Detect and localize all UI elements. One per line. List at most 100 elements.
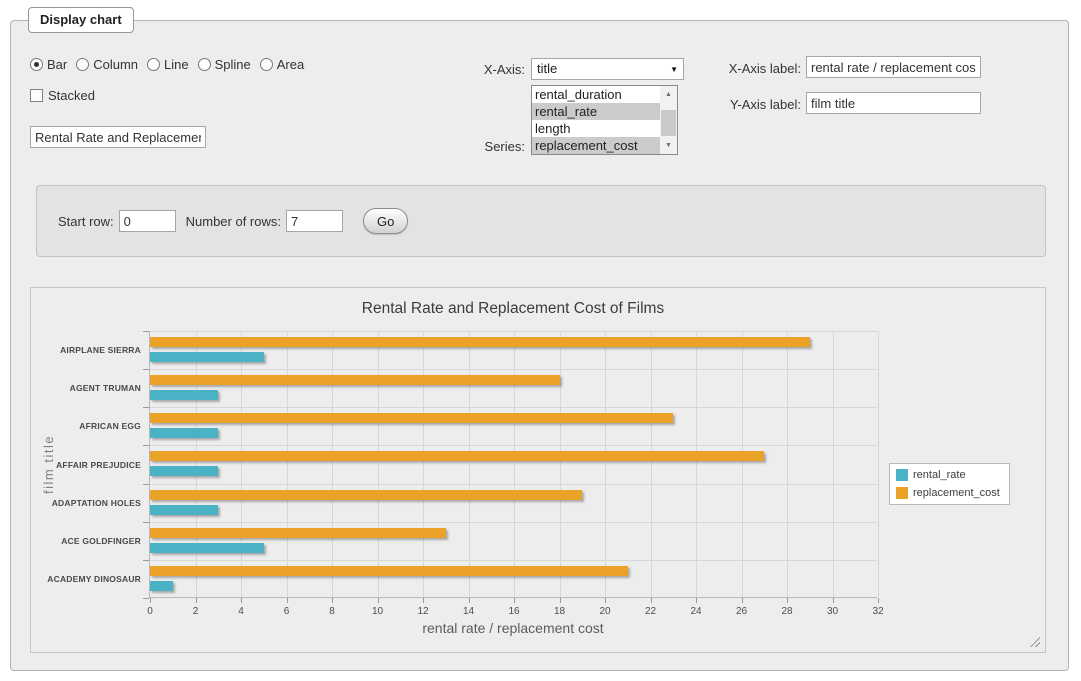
x-tick-mark bbox=[287, 598, 288, 603]
legend-item-replacement_cost[interactable]: replacement_cost bbox=[896, 487, 1000, 499]
radio-button-icon[interactable] bbox=[260, 58, 273, 71]
y-tick-mark bbox=[143, 598, 149, 599]
series-options: rental_durationrental_ratelengthreplacem… bbox=[532, 86, 677, 154]
y-gridline bbox=[150, 445, 877, 446]
radio-button-icon[interactable] bbox=[198, 58, 211, 71]
radio-button-icon[interactable] bbox=[30, 58, 43, 71]
bar-replacement_cost-airplane-sierra bbox=[150, 337, 810, 347]
x-tick-label: 16 bbox=[499, 606, 529, 617]
series-listbox[interactable]: rental_durationrental_ratelengthreplacem… bbox=[531, 85, 678, 155]
legend-swatch-icon bbox=[896, 469, 908, 481]
num-rows-input[interactable] bbox=[286, 210, 343, 232]
x-gridline bbox=[423, 331, 424, 597]
y-gridline bbox=[150, 369, 877, 370]
stacked-label: Stacked bbox=[48, 88, 95, 103]
x-gridline bbox=[878, 331, 879, 597]
x-tick-label: 20 bbox=[590, 606, 620, 617]
x-tick-label: 8 bbox=[317, 606, 347, 617]
x-tick-mark bbox=[241, 598, 242, 603]
y-axis-label-input[interactable] bbox=[806, 92, 981, 114]
radio-label: Column bbox=[93, 57, 138, 72]
x-axis-label-input[interactable] bbox=[806, 56, 981, 78]
x-gridline bbox=[514, 331, 515, 597]
y-tick-mark bbox=[143, 560, 149, 561]
radio-label: Area bbox=[277, 57, 304, 72]
x-tick-label: 28 bbox=[772, 606, 802, 617]
go-button[interactable]: Go bbox=[363, 208, 408, 234]
x-axis-label-label: X-Axis label: bbox=[706, 61, 801, 76]
x-gridline bbox=[378, 331, 379, 597]
radio-bar[interactable]: Bar bbox=[30, 57, 67, 72]
x-axis-title: rental rate / replacement cost bbox=[149, 620, 877, 636]
x-tick-mark bbox=[423, 598, 424, 603]
series-option-rental_duration[interactable]: rental_duration bbox=[532, 86, 677, 103]
legend-item-rental_rate[interactable]: rental_rate bbox=[896, 469, 1000, 481]
x-tick-label: 10 bbox=[363, 606, 393, 617]
scroll-up-icon[interactable]: ▲ bbox=[660, 86, 677, 103]
scrollbar-thumb[interactable] bbox=[661, 110, 676, 136]
bar-rental_rate-affair-prejudice bbox=[150, 466, 218, 476]
resize-handle-icon[interactable] bbox=[1030, 637, 1040, 647]
chart-title-input[interactable] bbox=[30, 126, 206, 148]
x-tick-mark bbox=[196, 598, 197, 603]
x-tick-label: 14 bbox=[454, 606, 484, 617]
scroll-down-icon[interactable]: ▼ bbox=[660, 137, 677, 154]
radio-button-icon[interactable] bbox=[147, 58, 160, 71]
listbox-scrollbar[interactable]: ▲ ▼ bbox=[660, 86, 677, 154]
series-label: Series: bbox=[420, 139, 525, 154]
x-tick-mark bbox=[696, 598, 697, 603]
y-gridline bbox=[150, 407, 877, 408]
x-tick-label: 30 bbox=[818, 606, 848, 617]
x-axis-select-label: X-Axis: bbox=[420, 62, 525, 77]
x-gridline bbox=[241, 331, 242, 597]
bar-rental_rate-adaptation-holes bbox=[150, 505, 218, 515]
y-gridline bbox=[150, 484, 877, 485]
x-tick-mark bbox=[878, 598, 879, 603]
chart-title: Rental Rate and Replacement Cost of Film… bbox=[149, 300, 877, 318]
y-tick-mark bbox=[143, 522, 149, 523]
series-option-length[interactable]: length bbox=[532, 120, 677, 137]
x-tick-mark bbox=[833, 598, 834, 603]
x-gridline bbox=[332, 331, 333, 597]
bar-replacement_cost-adaptation-holes bbox=[150, 490, 582, 500]
chart-panel: Rental Rate and Replacement Cost of Film… bbox=[30, 287, 1046, 653]
start-row-label: Start row: bbox=[58, 214, 114, 229]
chart-type-radio-group: Bar Column Line Spline Area bbox=[30, 57, 313, 72]
chart-legend: rental_rate replacement_cost bbox=[889, 463, 1010, 505]
x-tick-mark bbox=[378, 598, 379, 603]
stacked-checkbox[interactable] bbox=[30, 89, 43, 102]
x-tick-mark bbox=[560, 598, 561, 603]
y-tick-mark bbox=[143, 369, 149, 370]
radio-area[interactable]: Area bbox=[260, 57, 304, 72]
y-gridline bbox=[150, 522, 877, 523]
radio-button-icon[interactable] bbox=[76, 58, 89, 71]
legend-swatch-icon bbox=[896, 487, 908, 499]
y-tick-mark bbox=[143, 484, 149, 485]
x-tick-mark bbox=[469, 598, 470, 603]
x-axis-select[interactable]: title ▼ bbox=[531, 58, 684, 80]
start-row-input[interactable] bbox=[119, 210, 176, 232]
radio-spline[interactable]: Spline bbox=[198, 57, 251, 72]
bar-rental_rate-african-egg bbox=[150, 428, 218, 438]
radio-label: Spline bbox=[215, 57, 251, 72]
plot-area: AIRPLANE SIERRAAGENT TRUMANAFRICAN EGGAF… bbox=[149, 331, 877, 598]
radio-line[interactable]: Line bbox=[147, 57, 189, 72]
series-option-replacement_cost[interactable]: replacement_cost bbox=[532, 137, 677, 154]
chevron-down-icon: ▼ bbox=[670, 66, 678, 74]
y-gridline bbox=[150, 560, 877, 561]
legend-label: rental_rate bbox=[913, 469, 966, 481]
x-tick-label: 0 bbox=[135, 606, 165, 617]
x-tick-mark bbox=[332, 598, 333, 603]
x-gridline bbox=[696, 331, 697, 597]
y-gridline bbox=[150, 331, 877, 332]
radio-column[interactable]: Column bbox=[76, 57, 138, 72]
x-gridline bbox=[287, 331, 288, 597]
x-tick-label: 2 bbox=[181, 606, 211, 617]
x-tick-label: 12 bbox=[408, 606, 438, 617]
y-axis-label-label: Y-Axis label: bbox=[706, 97, 801, 112]
series-option-rental_rate[interactable]: rental_rate bbox=[532, 103, 677, 120]
bar-replacement_cost-agent-truman bbox=[150, 375, 560, 385]
x-gridline bbox=[651, 331, 652, 597]
x-tick-mark bbox=[605, 598, 606, 603]
x-gridline bbox=[833, 331, 834, 597]
